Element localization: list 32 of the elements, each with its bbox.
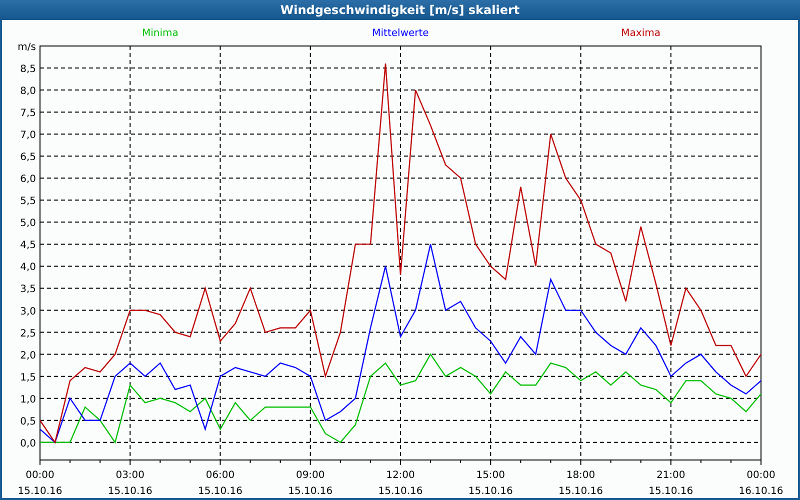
x-tick-label: 00:00 15.10.16 [18,470,62,497]
x-tick-label: 06:00 15.10.16 [198,470,243,497]
legend-label: Maxima [621,28,660,39]
legend-label: Mittelwerte [372,28,429,39]
y-tick-label: 7,5 [20,108,36,120]
legend-label: Minima [142,28,178,39]
y-axis-label: m/s [18,42,36,53]
y-tick-label: 5,5 [20,196,36,208]
y-tick-label: 8,0 [20,86,36,98]
x-tick-label: 09:00 15.10.16 [288,470,333,497]
y-tick-label: 5,0 [20,218,36,230]
x-tick-label: 18:00 15.10.16 [558,470,604,497]
y-tick-label: 3,0 [20,306,36,318]
y-tick-label: 1,5 [20,372,36,384]
x-tick-label: 03:00 15.10.16 [108,470,152,497]
y-tick-label: 6,5 [20,152,36,164]
window-title: Windgeschwindigkeit [m/s] skaliert [0,0,800,20]
x-tick-label: 12:00 15.10.16 [378,470,423,497]
y-tick-label: 0,0 [20,438,36,450]
y-tick-label: 3,5 [20,284,36,296]
y-tick-label: 7,0 [20,130,36,142]
y-tick-label: 2,0 [20,350,36,362]
x-tick-label: 21:00 15.10.16 [648,470,694,497]
y-tick-label: 6,0 [20,174,36,186]
y-tick-label: 0,5 [20,416,36,428]
x-tick-label: 15:00 15.10.16 [468,470,513,497]
y-tick-label: 2,5 [20,328,36,340]
y-tick-label: 4,5 [20,240,36,252]
y-tick-label: 8,5 [20,64,36,76]
x-tick-label: 00:00 16.10.16 [738,470,784,497]
y-tick-label: 1,0 [20,394,36,406]
y-tick-label: 4,0 [20,262,36,274]
